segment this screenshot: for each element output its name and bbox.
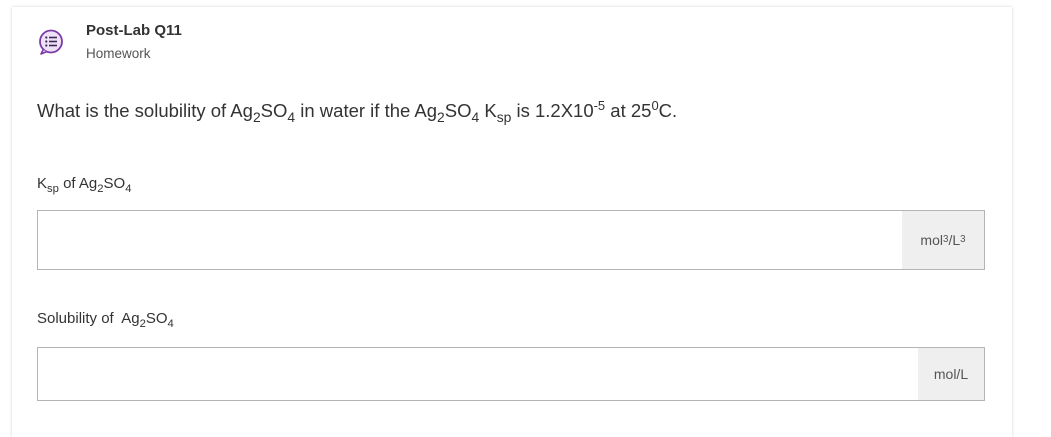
question-text-part: SO <box>260 100 288 121</box>
question-text-part: SO <box>444 100 472 121</box>
subscript: 2 <box>437 108 445 125</box>
question-card: Post-Lab Q11 Homework What is the solubi… <box>12 7 1012 437</box>
solubility-unit-label: mol/L <box>918 348 984 400</box>
subscript: sp <box>47 182 59 195</box>
question-text-part: is 1.2X10 <box>511 100 594 121</box>
solubility-answer-field: mol/L <box>37 347 985 401</box>
label-part: SO <box>103 175 126 192</box>
label-part: SO <box>145 310 168 327</box>
question-text-part: at 25 <box>605 100 652 121</box>
unit-part: /L <box>948 232 961 248</box>
label-part: K <box>37 175 48 192</box>
solubility-field-label: Solubility of Ag2SO4 <box>37 310 174 330</box>
question-type-label: Homework <box>86 46 151 61</box>
label-part: of Ag <box>58 175 98 192</box>
ksp-unit-label: mol 3/L 3 <box>902 211 984 269</box>
superscript: -5 <box>593 97 606 113</box>
label-part: Solubility of Ag <box>37 310 140 327</box>
question-text: What is the solubility of Ag2SO4 in wate… <box>37 97 678 125</box>
question-text-part: C. <box>658 100 678 121</box>
ksp-input[interactable] <box>38 211 902 269</box>
question-title: Post-Lab Q11 <box>86 22 182 39</box>
question-text-part: What is the solubility of Ag <box>37 100 253 121</box>
question-list-icon <box>39 29 63 55</box>
unit-part: mol <box>920 232 943 248</box>
subscript: 4 <box>167 317 174 330</box>
solubility-input[interactable] <box>38 348 918 400</box>
ksp-field-label: Ksp of Ag2SO4 <box>37 175 132 195</box>
superscript: 0 <box>651 97 659 113</box>
subscript: 2 <box>252 108 261 125</box>
ksp-answer-field: mol 3/L 3 <box>37 210 985 270</box>
subscript: 4 <box>125 182 132 195</box>
question-text-part: K <box>479 100 497 121</box>
question-text-part: in water if the Ag <box>295 100 438 121</box>
subscript: 4 <box>287 108 296 125</box>
subscript: sp <box>496 108 512 125</box>
